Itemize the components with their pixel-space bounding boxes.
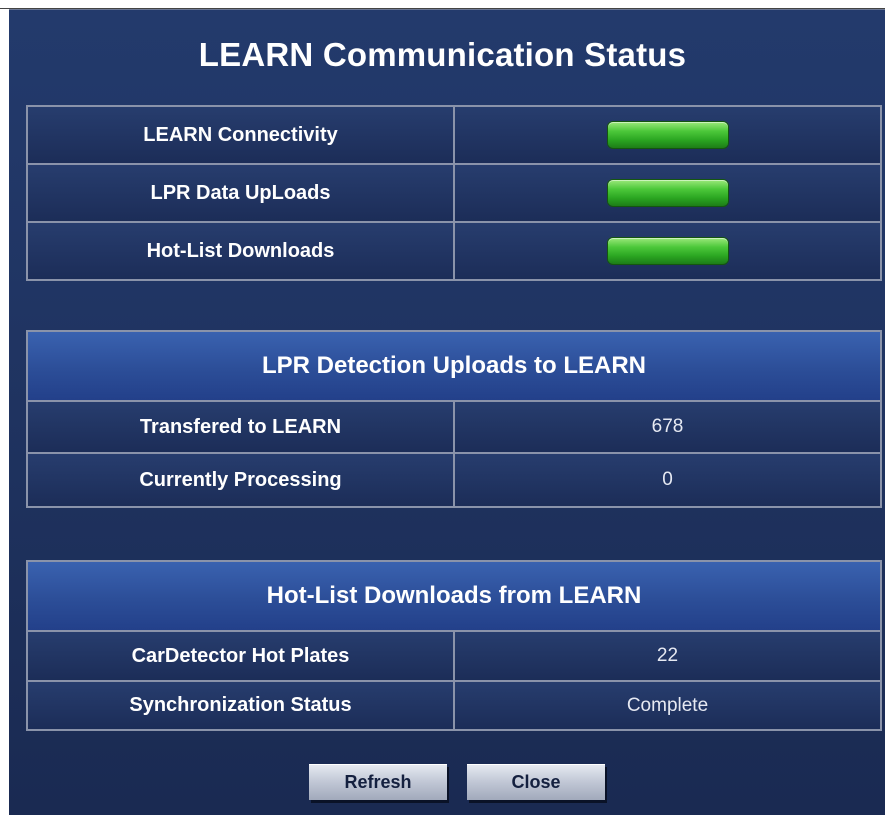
uploads-processing-value: 0 <box>662 469 673 490</box>
status-indicator-cell <box>455 107 880 163</box>
status-label: LPR Data UpLoads <box>28 165 455 221</box>
status-row-learn-connectivity: LEARN Connectivity <box>28 107 880 165</box>
table-row: Transfered to LEARN 678 <box>28 402 880 454</box>
status-row-hot-list-downloads: Hot-List Downloads <box>28 223 880 279</box>
status-row-lpr-data-uploads: LPR Data UpLoads <box>28 165 880 223</box>
status-label: Hot-List Downloads <box>28 223 455 279</box>
status-green-indicator <box>607 238 728 264</box>
uploads-panel: LPR Detection Uploads to LEARN Transfere… <box>26 330 882 508</box>
downloads-sync-status-label: Synchronization Status <box>28 682 455 729</box>
status-green-indicator <box>607 122 728 148</box>
uploads-transfered-value: 678 <box>651 416 684 437</box>
downloads-hot-plates-value: 22 <box>656 645 679 666</box>
status-label: LEARN Connectivity <box>28 107 455 163</box>
status-indicator-cell <box>455 223 880 279</box>
connectivity-status-panel: LEARN Connectivity LPR Data UpLoads Hot-… <box>26 105 882 281</box>
table-row: CarDetector Hot Plates 22 <box>28 632 880 682</box>
refresh-button[interactable]: Refresh <box>309 764 447 800</box>
table-row: Synchronization Status Complete <box>28 682 880 729</box>
close-button[interactable]: Close <box>467 764 605 800</box>
status-indicator-cell <box>455 165 880 221</box>
downloads-sync-status-value: Complete <box>626 694 709 716</box>
downloads-panel-header: Hot-List Downloads from LEARN <box>28 562 880 632</box>
uploads-panel-header: LPR Detection Uploads to LEARN <box>28 332 880 402</box>
page-title: LEARN Communication Status <box>198 36 687 73</box>
downloads-panel: Hot-List Downloads from LEARN CarDetecto… <box>26 560 882 731</box>
table-row: Currently Processing 0 <box>28 454 880 506</box>
downloads-hot-plates-label: CarDetector Hot Plates <box>28 632 455 680</box>
uploads-transfered-label: Transfered to LEARN <box>28 402 455 452</box>
uploads-processing-label: Currently Processing <box>28 454 455 506</box>
status-green-indicator <box>607 180 728 206</box>
